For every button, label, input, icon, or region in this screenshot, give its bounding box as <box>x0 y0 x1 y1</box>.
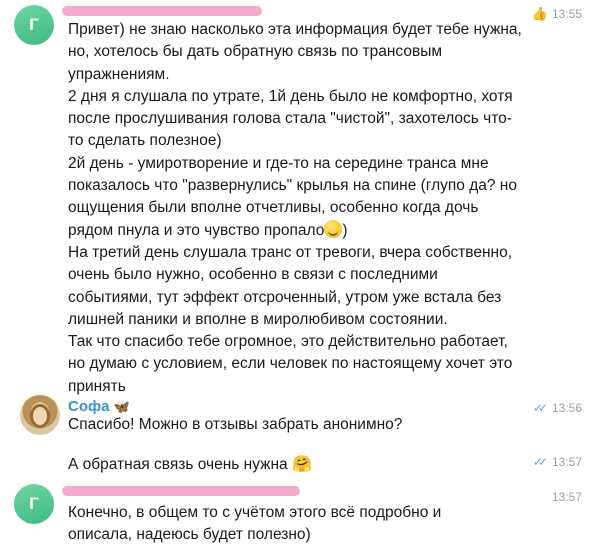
message-meta: 13:57 <box>552 490 582 504</box>
read-check-icon: ✓✓ <box>532 455 548 469</box>
message-text: А обратная связь очень нужна 🤗 <box>68 456 312 473</box>
redacted-sender-name[interactable] <box>62 6 262 16</box>
message-time: 13:57 <box>551 490 582 504</box>
message-meta: ✓✓ 13:56 <box>533 401 582 415</box>
avatar[interactable]: Г <box>14 5 54 45</box>
thumbs-up-reaction-icon[interactable]: 👍 <box>532 6 548 22</box>
avatar[interactable] <box>20 395 60 435</box>
message-text: Спасибо! Можно в отзывы забрать анонимно… <box>68 416 403 433</box>
avatar-letter: Г <box>29 15 39 34</box>
message-time: 13:57 <box>551 455 582 469</box>
butterfly-icon: 🦋 <box>113 398 130 414</box>
sender-name[interactable]: Софа 🦋 <box>68 398 130 415</box>
read-check-icon: ✓✓ <box>532 401 548 415</box>
hugging-emoji-icon: 🤗 <box>291 456 312 473</box>
redacted-sender-name[interactable] <box>62 486 300 496</box>
message-time: 13:55 <box>551 7 582 21</box>
message-text: Привет) не знаю насколько эта информация… <box>68 21 522 395</box>
message-text: Конечно, в общем то с учётом этого всё п… <box>68 504 446 544</box>
message-time: 13:56 <box>551 401 582 415</box>
message-meta: ✓✓ 13:57 <box>533 455 582 469</box>
avatar[interactable]: Г <box>14 484 54 524</box>
grinning-emoji-icon <box>324 219 343 238</box>
avatar-letter: Г <box>29 494 39 513</box>
message-meta: 👍 13:55 <box>532 6 582 22</box>
